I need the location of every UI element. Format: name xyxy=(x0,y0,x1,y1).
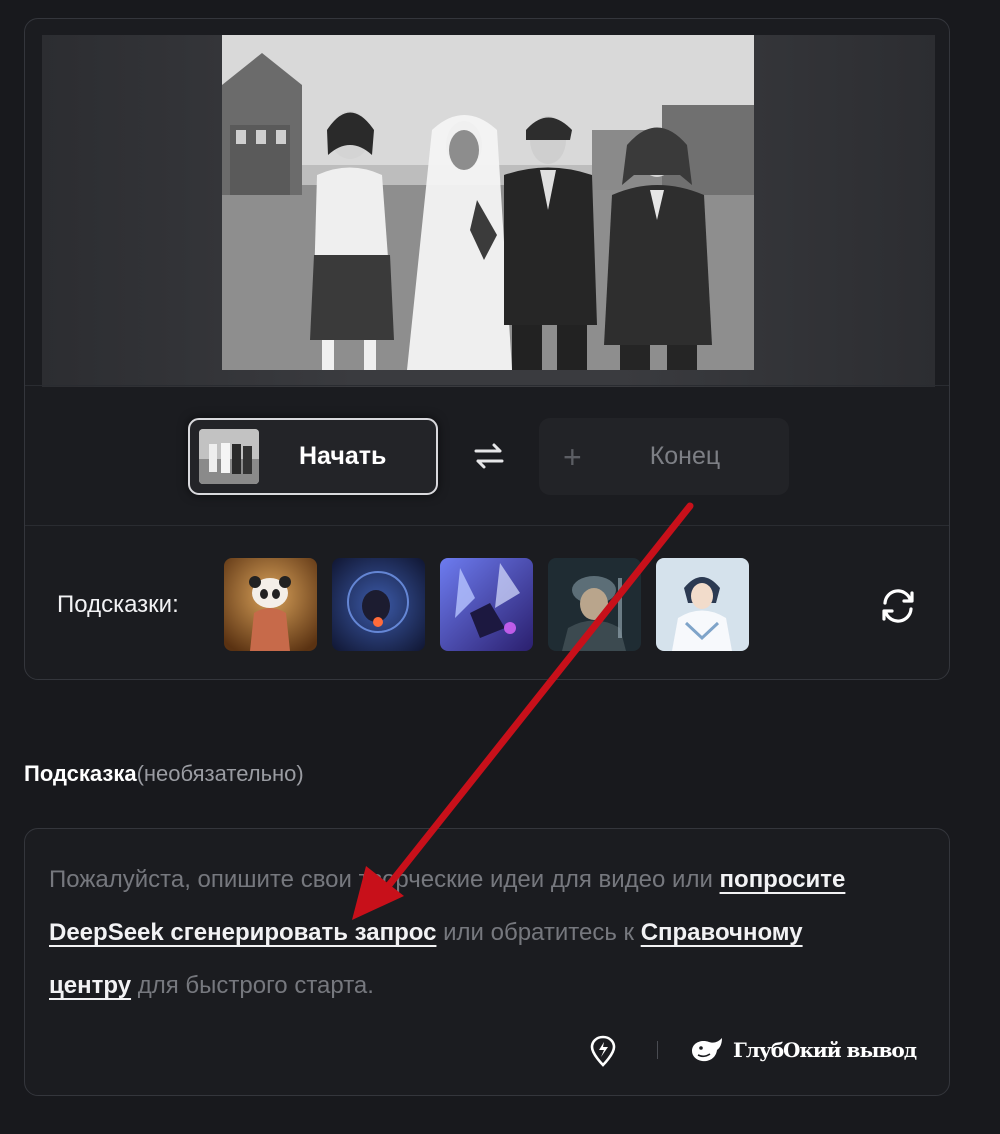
deep-output-toggle[interactable]: ГлубОкий вывод xyxy=(689,1033,917,1067)
hint-thumbnail-warrior[interactable] xyxy=(548,558,641,651)
start-frame-thumbnail xyxy=(199,429,259,484)
prompt-title: Подсказка xyxy=(24,761,137,786)
deep-output-label: ГлубОкий вывод xyxy=(733,1038,917,1062)
start-frame-button[interactable]: Начать xyxy=(188,418,438,495)
toolbar-separator xyxy=(657,1041,658,1059)
divider xyxy=(25,525,949,526)
video-generator-panel: Начать + Конец Подсказки: Подсказка(необ… xyxy=(0,0,1000,1134)
start-frame-label: Начать xyxy=(299,442,387,470)
hint-thumbnail-anime-character[interactable] xyxy=(656,558,749,651)
swap-arrows-icon[interactable] xyxy=(472,439,506,473)
refresh-icon[interactable] xyxy=(878,586,918,626)
location-pin-icon[interactable] xyxy=(588,1034,618,1068)
plus-icon: + xyxy=(563,438,582,475)
frames-card: Начать + Конец Подсказки: xyxy=(24,18,950,680)
end-frame-label: Конец xyxy=(649,442,721,470)
preview-photo xyxy=(222,35,754,370)
prompt-optional-label: (необязательно) xyxy=(136,761,304,786)
hints-label: Подсказки: xyxy=(57,591,179,618)
end-frame-button[interactable]: + Конец xyxy=(539,418,789,495)
deepseek-whale-icon xyxy=(692,1038,722,1062)
prompt-heading: Подсказка(необязательно) xyxy=(24,761,304,787)
prompt-text-part: для быстрого старта. xyxy=(131,972,374,999)
hint-thumbnail-jellyfish[interactable] xyxy=(332,558,425,651)
prompt-input-box[interactable]: Пожалуйста, опишите свои творческие идеи… xyxy=(24,828,950,1096)
hint-thumbnail-crystal[interactable] xyxy=(440,558,533,651)
prompt-placeholder: Пожалуйста, опишите свои творческие идеи… xyxy=(49,853,849,1012)
divider xyxy=(25,385,949,386)
prompt-text-part: Пожалуйста, опишите свои творческие идеи… xyxy=(49,866,720,893)
prompt-text-part: или обратитесь к xyxy=(436,919,641,946)
image-preview xyxy=(42,35,935,387)
hint-thumbnail-panda[interactable] xyxy=(224,558,317,651)
